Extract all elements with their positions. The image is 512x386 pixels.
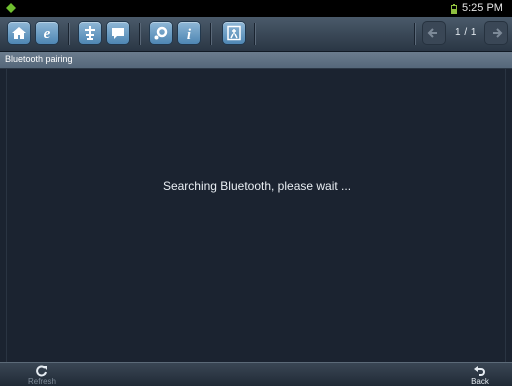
chat-button[interactable] [107, 22, 129, 44]
title-bar: Bluetooth pairing [0, 52, 512, 69]
back-arrow-icon [474, 366, 485, 376]
diagnosis-icon [85, 26, 95, 40]
content-panel: Searching Bluetooth, please wait ... [6, 69, 506, 362]
arrow-right-icon [493, 28, 503, 38]
refresh-icon [36, 365, 47, 377]
settings-button[interactable] [150, 22, 172, 44]
page-title: Bluetooth pairing [5, 54, 73, 64]
back-button[interactable]: Back [458, 363, 502, 386]
browser-button[interactable]: e [36, 22, 58, 44]
usb-debug-icon [6, 3, 16, 13]
next-page-button[interactable] [485, 22, 507, 44]
exit-button[interactable] [223, 22, 245, 44]
chat-icon [112, 28, 124, 39]
prev-page-button[interactable] [423, 22, 445, 44]
svg-text:e: e [44, 26, 51, 41]
battery-icon [451, 4, 457, 14]
settings-icon [154, 26, 168, 40]
toolbar: e i 1 / 1 [0, 17, 512, 52]
info-icon: i [187, 27, 192, 41]
browser-icon: e [44, 26, 51, 41]
refresh-button[interactable]: Refresh [20, 363, 64, 386]
svg-text:i: i [187, 27, 192, 41]
search-status-message: Searching Bluetooth, please wait ... [162, 179, 352, 193]
info-button[interactable]: i [178, 22, 200, 44]
page-indicator: 1 / 1 [455, 27, 477, 38]
home-button[interactable] [8, 22, 30, 44]
diagnosis-button[interactable] [79, 22, 101, 44]
home-icon [12, 27, 26, 39]
exit-icon [227, 25, 241, 41]
clock: 5:25 PM [462, 2, 503, 14]
status-bar: 5:25 PM [0, 0, 512, 17]
bottom-bar: Refresh Back [0, 362, 512, 386]
arrow-left-icon [427, 28, 437, 38]
